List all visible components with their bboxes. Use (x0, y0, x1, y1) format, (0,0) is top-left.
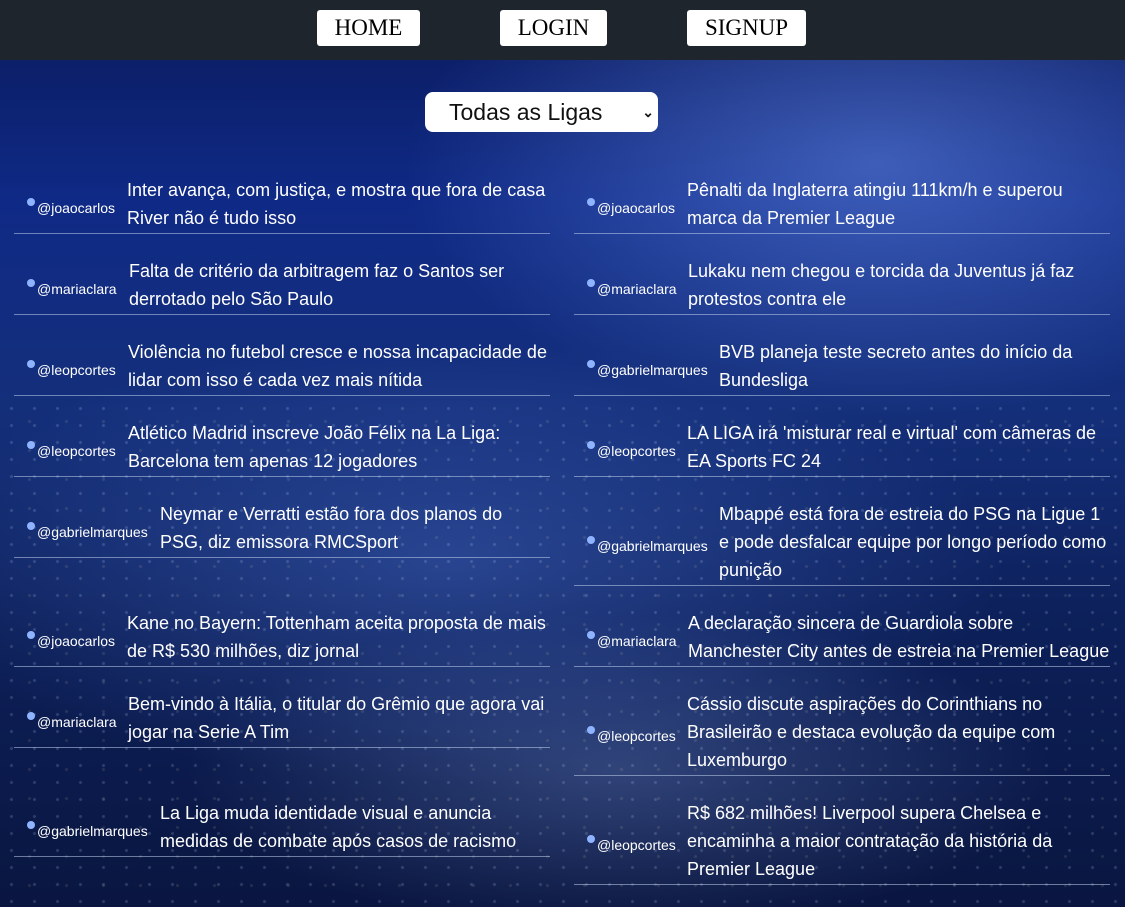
news-title: BVB planeja teste secreto antes do iníci… (719, 342, 1073, 390)
news-title: Violência no futebol cresce e nossa inca… (128, 342, 547, 390)
news-item[interactable]: @gabrielmarques BVB planeja teste secret… (574, 335, 1110, 396)
news-title: R$ 682 milhões! Liverpool supera Chelsea… (687, 803, 1053, 879)
news-author: @gabrielmarques (37, 524, 148, 540)
news-item[interactable]: @joaocarlos Inter avança, com justiça, e… (14, 173, 550, 234)
news-author: @mariaclara (597, 633, 677, 649)
news-author: @mariaclara (37, 281, 117, 297)
news-item[interactable]: @leopcortes Violência no futebol cresce … (14, 335, 550, 396)
news-author: @leopcortes (37, 362, 116, 378)
news-author: @leopcortes (597, 837, 676, 853)
news-author: @joaocarlos (37, 633, 116, 649)
news-item[interactable]: @mariaclara Lukaku nem chegou e torcida … (574, 254, 1110, 315)
chevron-down-icon: ⌄ (642, 104, 654, 120)
league-filter-value: Todas as Ligas (449, 99, 603, 125)
news-title: A declaração sincera de Guardiola sobre … (688, 613, 1110, 661)
news-title: Falta de critério da arbitragem faz o Sa… (129, 261, 505, 309)
bullet-icon (587, 835, 595, 843)
signup-button[interactable]: SIGNUP (687, 10, 806, 46)
news-title: Neymar e Verratti estão fora dos planos … (160, 504, 503, 552)
login-button[interactable]: LOGIN (500, 10, 607, 46)
news-title: Mbappé está fora de estreia do PSG na Li… (719, 504, 1107, 580)
news-item[interactable]: @leopcortes LA LIGA irá 'misturar real e… (574, 416, 1110, 477)
bullet-icon (27, 198, 35, 206)
news-author: @leopcortes (597, 728, 676, 744)
news-item[interactable]: @joaocarlos Kane no Bayern: Tottenham ac… (14, 606, 550, 667)
news-title: Kane no Bayern: Tottenham aceita propost… (127, 613, 546, 661)
news-title: Pênalti da Inglaterra atingiu 111km/h e … (687, 180, 1063, 228)
news-author: @mariaclara (37, 714, 117, 730)
news-title: Inter avança, com justiça, e mostra que … (127, 180, 546, 228)
news-author: @leopcortes (37, 443, 116, 459)
home-button[interactable]: HOME (317, 10, 420, 46)
bullet-icon (27, 821, 35, 829)
news-item[interactable]: @gabrielmarques Mbappé está fora de estr… (574, 497, 1110, 586)
news-title: La Liga muda identidade visual e anuncia… (160, 803, 517, 851)
news-item[interactable]: @mariaclara A declaração sincera de Guar… (574, 606, 1110, 667)
news-item[interactable]: @joaocarlos Pênalti da Inglaterra atingi… (574, 173, 1110, 234)
bullet-icon (587, 360, 595, 368)
bullet-icon (27, 631, 35, 639)
bullet-icon (27, 712, 35, 720)
news-item[interactable]: @leopcortes Atlético Madrid inscreve Joã… (14, 416, 550, 477)
bullet-icon (587, 631, 595, 639)
top-navbar: HOME LOGIN SIGNUP (0, 0, 1125, 60)
news-author: @gabrielmarques (37, 823, 148, 839)
news-author: @gabrielmarques (597, 362, 708, 378)
bullet-icon (587, 726, 595, 734)
news-title: Atlético Madrid inscreve João Félix na L… (128, 423, 501, 471)
news-item[interactable]: @leopcortes Cássio discute aspirações do… (574, 687, 1110, 776)
news-author: @leopcortes (597, 443, 676, 459)
news-author: @joaocarlos (37, 200, 116, 216)
news-author: @joaocarlos (597, 200, 676, 216)
news-title: LA LIGA irá 'misturar real e virtual' co… (687, 423, 1097, 471)
bullet-icon (587, 536, 595, 544)
news-item[interactable]: @leopcortes R$ 682 milhões! Liverpool su… (574, 796, 1110, 885)
news-item[interactable]: @mariaclara Bem-vindo à Itália, o titula… (14, 687, 550, 748)
news-author: @mariaclara (597, 281, 677, 297)
bullet-icon (27, 360, 35, 368)
news-title: Bem-vindo à Itália, o titular do Grêmio … (128, 694, 545, 742)
bullet-icon (587, 279, 595, 287)
bullet-icon (587, 198, 595, 206)
bullet-icon (587, 441, 595, 449)
news-item[interactable]: @gabrielmarques Neymar e Verratti estão … (14, 497, 550, 558)
news-title: Cássio discute aspirações do Corinthians… (687, 694, 1056, 770)
bullet-icon (27, 522, 35, 530)
bullet-icon (27, 279, 35, 287)
news-item[interactable]: @gabrielmarques La Liga muda identidade … (14, 796, 550, 857)
news-item[interactable]: @mariaclara Falta de critério da arbitra… (14, 254, 550, 315)
news-author: @gabrielmarques (597, 538, 708, 554)
bullet-icon (27, 441, 35, 449)
league-filter-select[interactable]: Todas as Ligas ⌄ (425, 92, 658, 132)
news-title: Lukaku nem chegou e torcida da Juventus … (688, 261, 1075, 309)
